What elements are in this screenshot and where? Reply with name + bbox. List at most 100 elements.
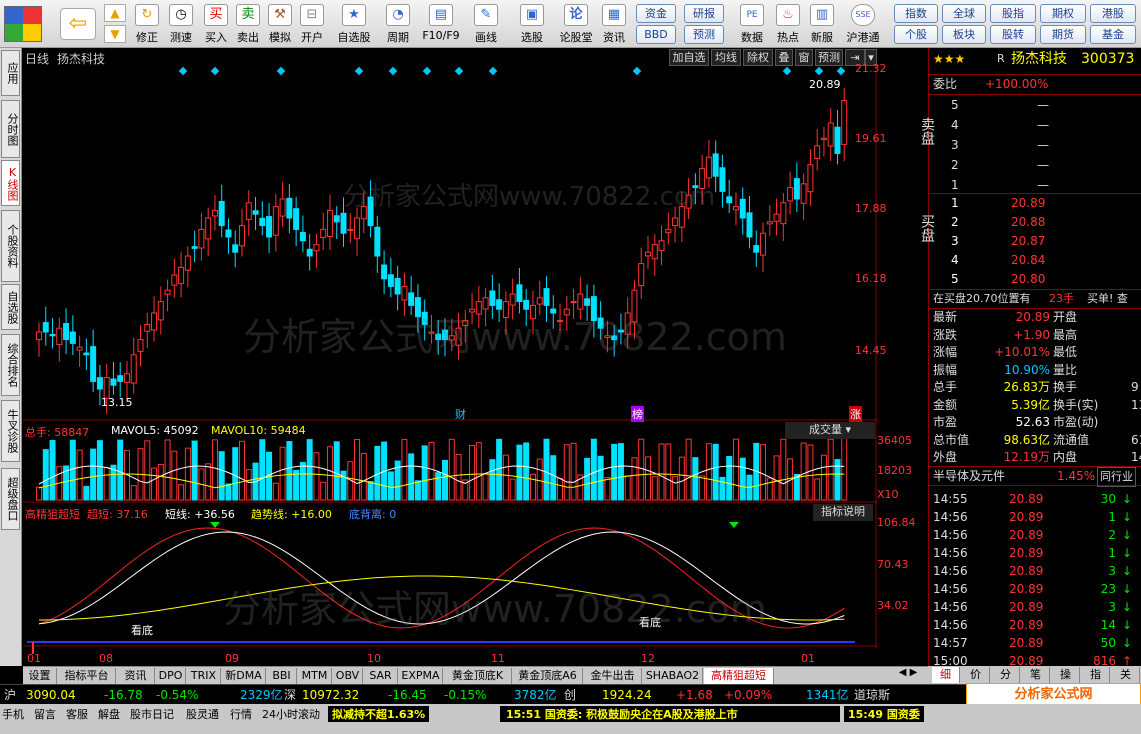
quote-tab[interactable]: 细 [932,667,960,683]
indicator-tab[interactable]: 黄金顶底K [444,668,512,684]
buy-level-row[interactable]: 2 20.88 [949,213,1139,232]
side-tab-kline[interactable]: K线图 [1,160,20,206]
event-tag-list[interactable]: 榜 [631,406,644,422]
period-button[interactable]: ◔ 周期 [378,2,418,46]
fund-button[interactable]: 资金 [636,4,676,23]
chart-area[interactable]: 日线 扬杰科技 加自选 均线 除权 叠 窗 预测 ⇥ ▾ 21.32 19.61… [23,48,916,666]
status-link[interactable]: 手机 [2,706,24,722]
dow-label[interactable]: 道琼斯 [854,685,890,705]
indicator-tab[interactable]: 黄金顶底A6 [513,668,583,684]
hk-connect-button[interactable]: SSE 沪港通 [840,2,886,46]
sell-level-row[interactable]: 1— [949,175,1139,195]
simulate-button[interactable]: ⚒ 模拟 [264,2,296,46]
fix-button[interactable]: ↻ 修正 [130,2,164,46]
status-link[interactable]: 客服 [66,706,88,722]
options-button[interactable]: 期权 [1040,4,1086,23]
indicator-tab[interactable]: OBV [333,668,363,684]
news-ticker-3[interactable]: 15:49 国资委 [844,706,924,722]
buy-level-row[interactable]: 3 20.87 [949,232,1139,251]
window-button[interactable]: 窗 [795,49,813,66]
page-down-icon[interactable]: ▼ [104,25,126,43]
new-server-button[interactable]: ▥ 新服 [806,2,838,46]
indicator-tab[interactable]: 指标平台 [58,668,116,684]
speed-test-button[interactable]: ◷ 测速 [164,2,198,46]
sell-level-row[interactable]: 5— [949,95,1139,115]
status-link[interactable]: 股市日记 [130,706,174,722]
back-arrow-icon[interactable]: ⇦ [60,8,96,40]
side-tab-diagnose[interactable]: 牛叉诊股 [1,400,20,462]
indicator-tab[interactable]: BBI [267,668,297,684]
indicator-help-button[interactable]: 指标说明 [813,504,873,521]
quote-tab[interactable]: 价 [962,667,990,683]
buy-level-row[interactable]: 4 20.84 [949,251,1139,270]
indicator-tab[interactable]: EXPMA [399,668,443,684]
single-stock-button[interactable]: 个股 [894,25,938,44]
open-account-button[interactable]: ⊟ 开户 [296,2,328,46]
quote-tab[interactable]: 笔 [1022,667,1050,683]
side-tab-timeshare[interactable]: 分时图 [1,100,20,158]
side-tab-ranking[interactable]: 综合排名 [1,334,20,396]
indicator-tab[interactable]: SAR [364,668,398,684]
sell-level-row[interactable]: 3— [949,135,1139,155]
side-tab-profile[interactable]: 个股资料 [1,210,20,282]
side-tab-watchlist[interactable]: 自选股 [1,284,20,330]
event-tag-finance[interactable]: 财 [455,406,466,422]
index-button[interactable]: 指数 [894,4,938,23]
status-link[interactable]: 行情 [230,706,252,722]
tab-scroll-arrows[interactable]: ◀ ▶ [890,667,926,683]
news-ticker-1[interactable]: 拟减持不超1.63% [328,706,430,722]
indicator-tab[interactable]: SHABAO2 [643,668,703,684]
volume-indicator-select[interactable]: 成交量 ▾ [785,422,875,439]
side-tab-level2[interactable]: 超级盘口 [1,468,20,530]
kline-chart[interactable] [23,48,878,666]
buy-button[interactable]: 买买入 [200,2,232,46]
indicator-tab[interactable]: 新DMA [222,668,266,684]
futures-button[interactable]: 期货 [1040,25,1086,44]
sz-index[interactable]: 10972.32 [302,685,359,705]
news-button[interactable]: ▦ 资讯 [598,2,630,46]
data-button[interactable]: PE 数据 [736,2,768,46]
cy-index[interactable]: 1924.24 [602,685,652,705]
stock-index-futures-button[interactable]: 股指 [990,4,1036,23]
sector-name[interactable]: 半导体及元件 [933,467,1005,485]
app-logo-grid-icon[interactable] [4,6,42,42]
overlay-button[interactable]: 叠 [775,49,793,66]
quote-tab[interactable]: 操 [1052,667,1080,683]
funds-button[interactable]: 基金 [1090,25,1136,44]
indicator-tab[interactable]: MTM [298,668,332,684]
quote-tab[interactable]: 关 [1112,667,1140,683]
indicator-tab[interactable]: 资讯 [117,668,155,684]
forecast-button[interactable]: 预测 [684,25,724,44]
event-tag-limit-up[interactable]: 涨 [849,406,862,422]
research-button[interactable]: 研报 [684,4,724,23]
ma-button[interactable]: 均线 [711,49,741,66]
buy-level-row[interactable]: 5 20.80 [949,270,1139,289]
indicator-tab[interactable]: DPO [156,668,186,684]
exright-button[interactable]: 除权 [743,49,773,66]
indicator-tab[interactable]: 设置 [23,668,57,684]
same-industry-button[interactable]: 同行业 [1097,467,1136,487]
add-watchlist-button[interactable]: 加自选 [669,49,709,66]
indicator-tab[interactable]: 金牛出击 [584,668,642,684]
status-link[interactable]: 股灵通 [186,706,219,722]
draw-line-button[interactable]: ✎ 画线 [466,2,506,46]
global-button[interactable]: 全球 [942,4,986,23]
sell-level-row[interactable]: 4— [949,115,1139,135]
stock-picker-button[interactable]: ▣ 选股 [512,2,552,46]
indicator-tab[interactable]: 高精狙超短 [704,668,774,684]
page-up-icon[interactable]: ▲ [104,4,126,22]
buy-level-row[interactable]: 1 20.89 [949,194,1139,213]
indicator-tab[interactable]: TRIX [187,668,221,684]
sh-index[interactable]: 3090.04 [26,685,76,705]
hot-button[interactable]: ♨ 热点 [772,2,804,46]
bbd-button[interactable]: BBD [636,25,676,44]
sector-button[interactable]: 板块 [942,25,986,44]
sell-button[interactable]: 卖卖出 [232,2,264,46]
status-link[interactable]: 24小时滚动 [262,706,320,722]
f10-button[interactable]: ▤ F10/F9 [420,2,462,46]
hk-stocks-button[interactable]: 港股 [1090,4,1136,23]
watchlist-button[interactable]: ★ 自选股 [334,2,374,46]
status-link[interactable]: 留言 [34,706,56,722]
quote-tab[interactable]: 指 [1082,667,1110,683]
side-tab-apps[interactable]: 应用 [1,50,20,96]
